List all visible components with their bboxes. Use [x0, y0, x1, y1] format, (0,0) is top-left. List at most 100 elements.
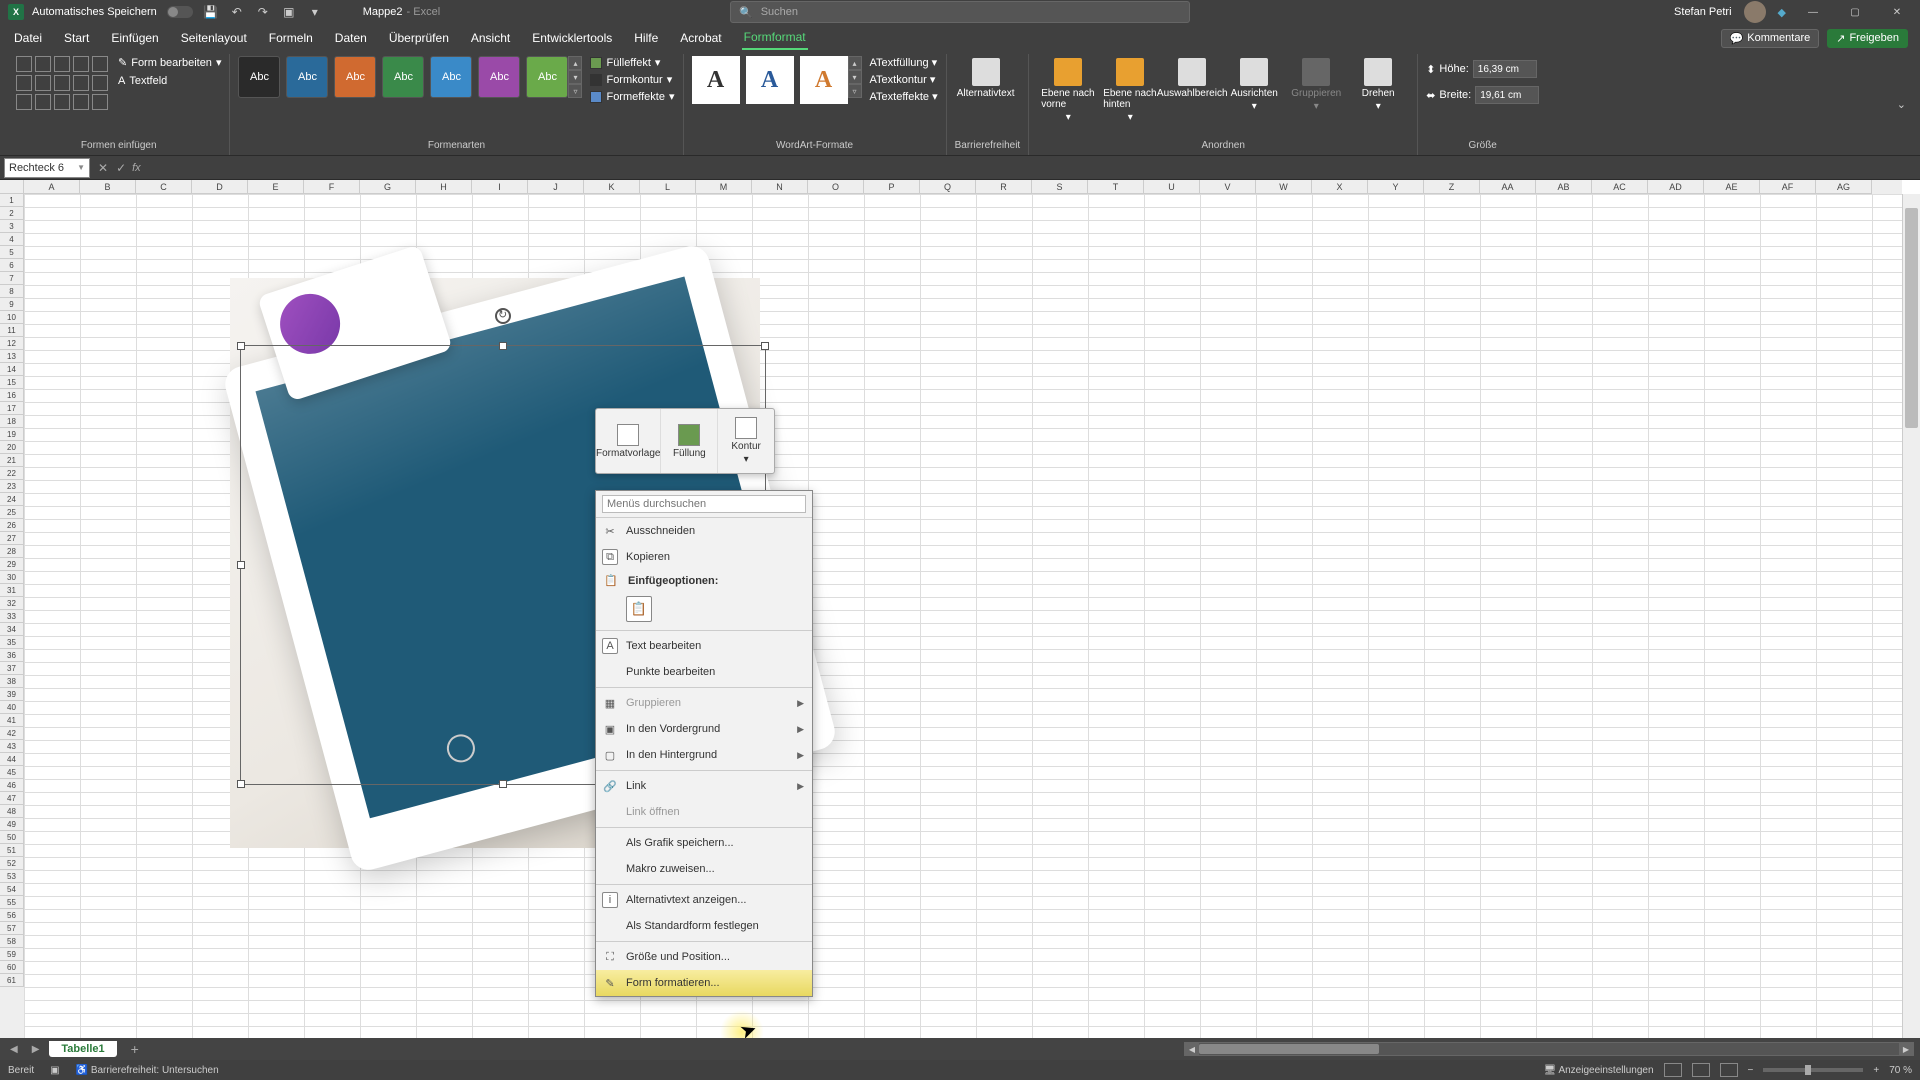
row-header[interactable]: 47 [0, 792, 24, 805]
tab-acrobat[interactable]: Acrobat [678, 27, 723, 49]
shape-button[interactable] [54, 75, 70, 91]
view-normal-icon[interactable] [1664, 1063, 1682, 1077]
undo-icon[interactable]: ↶ [229, 4, 245, 20]
scrollbar-thumb[interactable] [1905, 208, 1918, 428]
row-header[interactable]: 16 [0, 389, 24, 402]
row-header[interactable]: 30 [0, 571, 24, 584]
menu-item-edit-points[interactable]: Punkte bearbeiten [596, 659, 812, 685]
fx-icon[interactable]: fx [132, 162, 141, 174]
tab-nav-next-icon[interactable]: ▶ [28, 1044, 44, 1055]
shape-effects-button[interactable]: Formeffekte ▾ [590, 90, 674, 103]
shape-button[interactable] [92, 56, 108, 72]
menu-search-input[interactable] [602, 495, 806, 513]
shape-fill-button[interactable]: Fülleffekt ▾ [590, 56, 674, 69]
tab-file[interactable]: Datei [12, 27, 44, 49]
menu-item-link[interactable]: 🔗Link▶ [596, 773, 812, 799]
row-header[interactable]: 12 [0, 337, 24, 350]
row-header[interactable]: 21 [0, 454, 24, 467]
view-page-break-icon[interactable] [1720, 1063, 1738, 1077]
row-header[interactable]: 15 [0, 376, 24, 389]
row-header[interactable]: 56 [0, 909, 24, 922]
column-header[interactable]: Y [1368, 180, 1424, 194]
view-page-layout-icon[interactable] [1692, 1063, 1710, 1077]
row-header[interactable]: 27 [0, 532, 24, 545]
menu-item-set-default[interactable]: Als Standardform festlegen [596, 913, 812, 939]
shape-button[interactable] [16, 75, 32, 91]
column-header[interactable]: AE [1704, 180, 1760, 194]
style-thumbnail[interactable]: Abc [430, 56, 472, 98]
text-outline-button[interactable]: ATextkontur ▾ [870, 73, 938, 86]
row-header[interactable]: 9 [0, 298, 24, 311]
scrollbar-thumb[interactable] [1199, 1044, 1379, 1054]
row-header[interactable]: 7 [0, 272, 24, 285]
autosave-toggle[interactable]: Automatisches Speichern [32, 6, 193, 18]
style-thumbnail[interactable]: Abc [526, 56, 568, 98]
style-thumbnail[interactable]: Abc [478, 56, 520, 98]
row-header[interactable]: 50 [0, 831, 24, 844]
column-header[interactable]: B [80, 180, 136, 194]
gallery-down-icon[interactable]: ▾ [568, 70, 582, 84]
shape-outline-button[interactable]: Formkontur ▾ [590, 73, 674, 86]
tab-formulas[interactable]: Formeln [267, 27, 315, 49]
row-header[interactable]: 43 [0, 740, 24, 753]
edit-shape-button[interactable]: ✎Form bearbeiten ▾ [118, 56, 221, 69]
column-header[interactable]: V [1200, 180, 1256, 194]
column-header[interactable]: AB [1536, 180, 1592, 194]
tab-help[interactable]: Hilfe [632, 27, 660, 49]
gallery-more-icon[interactable]: ▿ [848, 84, 862, 98]
column-header[interactable]: C [136, 180, 192, 194]
horizontal-scrollbar[interactable]: ◀ ▶ [1184, 1042, 1914, 1056]
mini-fill-button[interactable]: Füllung [661, 409, 718, 473]
tab-view[interactable]: Ansicht [469, 27, 512, 49]
share-button[interactable]: ↗Freigeben [1827, 29, 1908, 48]
zoom-out-icon[interactable]: − [1748, 1065, 1754, 1076]
column-header[interactable]: AA [1480, 180, 1536, 194]
menu-item-assign-macro[interactable]: Makro zuweisen... [596, 856, 812, 882]
column-header[interactable]: T [1088, 180, 1144, 194]
column-header[interactable]: AF [1760, 180, 1816, 194]
tab-shape-format[interactable]: Formformat [742, 26, 808, 50]
select-all-button[interactable] [0, 180, 24, 194]
align-button[interactable]: Ausrichten ▾ [1223, 56, 1285, 114]
add-sheet-button[interactable]: + [123, 1041, 147, 1057]
camera-icon[interactable]: ▣ [281, 4, 297, 20]
gallery-up-icon[interactable]: ▴ [568, 56, 582, 70]
column-header[interactable]: E [248, 180, 304, 194]
name-box[interactable]: Rechteck 6▼ [4, 158, 90, 178]
row-header[interactable]: 41 [0, 714, 24, 727]
row-header[interactable]: 37 [0, 662, 24, 675]
column-header[interactable]: L [640, 180, 696, 194]
zoom-level[interactable]: 70 % [1889, 1065, 1912, 1076]
row-header[interactable]: 1 [0, 194, 24, 207]
column-header[interactable]: G [360, 180, 416, 194]
shape-button[interactable] [73, 94, 89, 110]
column-header[interactable]: I [472, 180, 528, 194]
row-header[interactable]: 54 [0, 883, 24, 896]
save-icon[interactable]: 💾 [203, 4, 219, 20]
column-header[interactable]: H [416, 180, 472, 194]
column-header[interactable]: D [192, 180, 248, 194]
column-header[interactable]: O [808, 180, 864, 194]
row-header[interactable]: 55 [0, 896, 24, 909]
wordart-thumbnail[interactable]: A [692, 56, 740, 104]
menu-item-format-shape[interactable]: ✎Form formatieren... [596, 970, 812, 996]
shapes-gallery[interactable] [16, 56, 108, 110]
vertical-scrollbar[interactable] [1902, 194, 1920, 1038]
mini-outline-button[interactable]: Kontur ▾ [718, 409, 774, 473]
alt-text-button[interactable]: Alternativtext [955, 56, 1017, 101]
row-header[interactable]: 38 [0, 675, 24, 688]
ribbon-collapse-icon[interactable]: ⌄ [1891, 96, 1912, 113]
row-header[interactable]: 40 [0, 701, 24, 714]
selection-pane-button[interactable]: Auswahlbereich [1161, 56, 1223, 101]
row-header[interactable]: 8 [0, 285, 24, 298]
width-input[interactable] [1475, 86, 1539, 104]
style-thumbnail[interactable]: Abc [238, 56, 280, 98]
row-header[interactable]: 57 [0, 922, 24, 935]
gallery-up-icon[interactable]: ▴ [848, 56, 862, 70]
user-name[interactable]: Stefan Petri [1674, 6, 1731, 18]
column-header[interactable]: AD [1648, 180, 1704, 194]
menu-item-send-back[interactable]: ▢In den Hintergrund▶ [596, 742, 812, 768]
accept-formula-icon[interactable]: ✓ [116, 161, 126, 175]
row-headers[interactable]: 1234567891011121314151617181920212223242… [0, 194, 24, 1038]
shape-style-gallery[interactable]: AbcAbcAbcAbcAbcAbcAbc [238, 56, 568, 98]
